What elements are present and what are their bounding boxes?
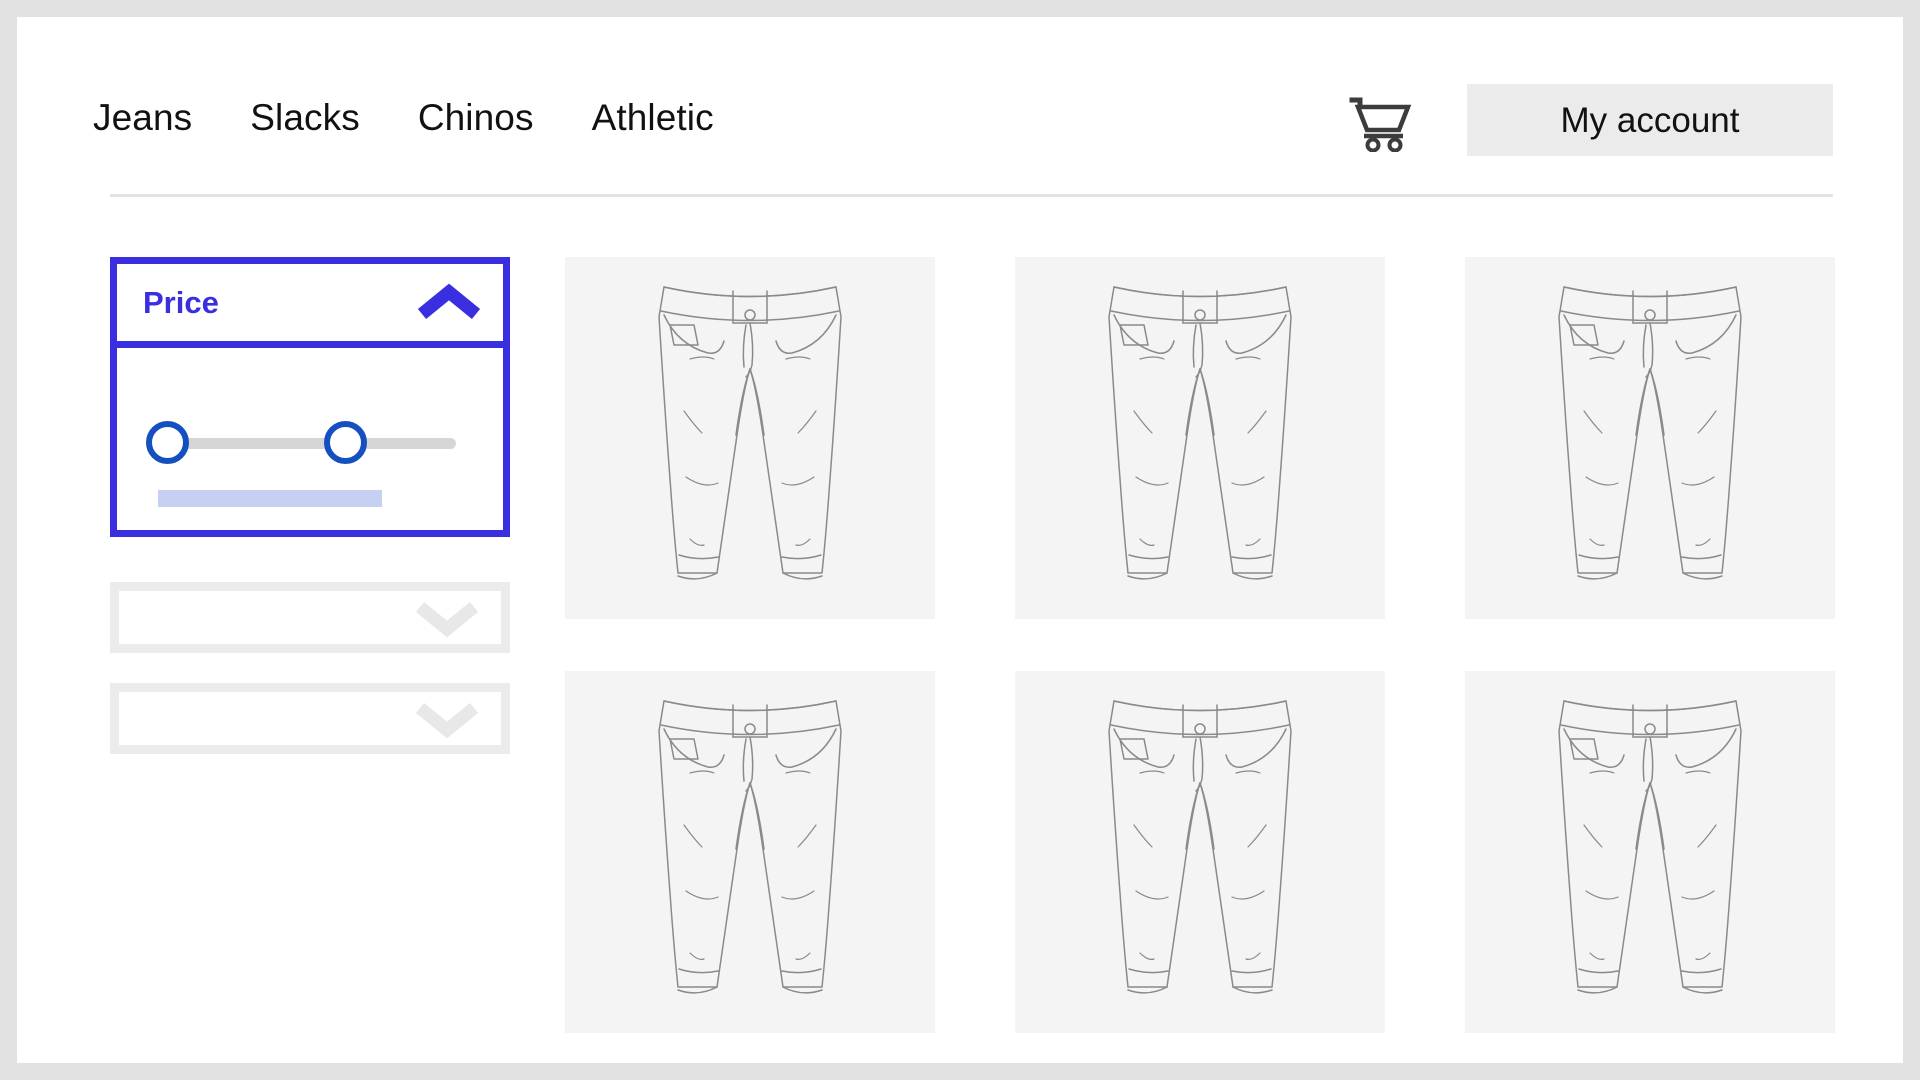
price-filter-header[interactable]: Price (117, 264, 503, 348)
nav-item-athletic[interactable]: Athletic (592, 99, 714, 136)
jeans-line-art-icon (1558, 700, 1742, 994)
chevron-down-icon[interactable] (415, 699, 479, 739)
my-account-button-label: My account (1560, 100, 1740, 140)
shopping-cart-icon (1349, 97, 1412, 152)
product-card[interactable] (565, 257, 935, 619)
filter-sidebar: Price (110, 257, 510, 754)
site-header: Jeans Slacks Chinos Athletic My account (17, 17, 1903, 197)
product-card[interactable] (1465, 671, 1835, 1033)
chevron-up-icon[interactable] (417, 283, 481, 323)
price-range-slider[interactable] (146, 421, 457, 465)
price-slider-track[interactable] (164, 438, 456, 449)
product-card[interactable] (1465, 257, 1835, 619)
jeans-line-art-icon (1108, 700, 1292, 994)
price-filter-body (117, 348, 503, 530)
jeans-line-art-icon (658, 286, 842, 580)
collapsed-filter-row-2[interactable] (110, 683, 510, 754)
nav-item-slacks[interactable]: Slacks (250, 99, 360, 136)
product-card[interactable] (565, 671, 935, 1033)
price-slider-min-handle[interactable] (146, 421, 189, 464)
product-card[interactable] (1015, 671, 1385, 1033)
collapsed-filter-row-1[interactable] (110, 582, 510, 653)
price-slider-max-handle[interactable] (324, 421, 367, 464)
nav-item-jeans[interactable]: Jeans (93, 99, 192, 136)
chevron-down-icon[interactable] (415, 598, 479, 638)
jeans-line-art-icon (658, 700, 842, 994)
price-value-bar (158, 490, 382, 507)
price-filter-title: Price (143, 285, 219, 320)
product-grid (565, 257, 1835, 1033)
nav-item-chinos[interactable]: Chinos (418, 99, 534, 136)
price-filter-panel: Price (110, 257, 510, 537)
page-container: Jeans Slacks Chinos Athletic My account … (17, 17, 1903, 1063)
cart-button[interactable] (1342, 93, 1422, 155)
my-account-button[interactable]: My account (1467, 84, 1833, 156)
jeans-line-art-icon (1108, 286, 1292, 580)
product-card[interactable] (1015, 257, 1385, 619)
jeans-line-art-icon (1558, 286, 1742, 580)
primary-navigation: Jeans Slacks Chinos Athletic (93, 99, 714, 136)
header-divider (110, 194, 1833, 197)
